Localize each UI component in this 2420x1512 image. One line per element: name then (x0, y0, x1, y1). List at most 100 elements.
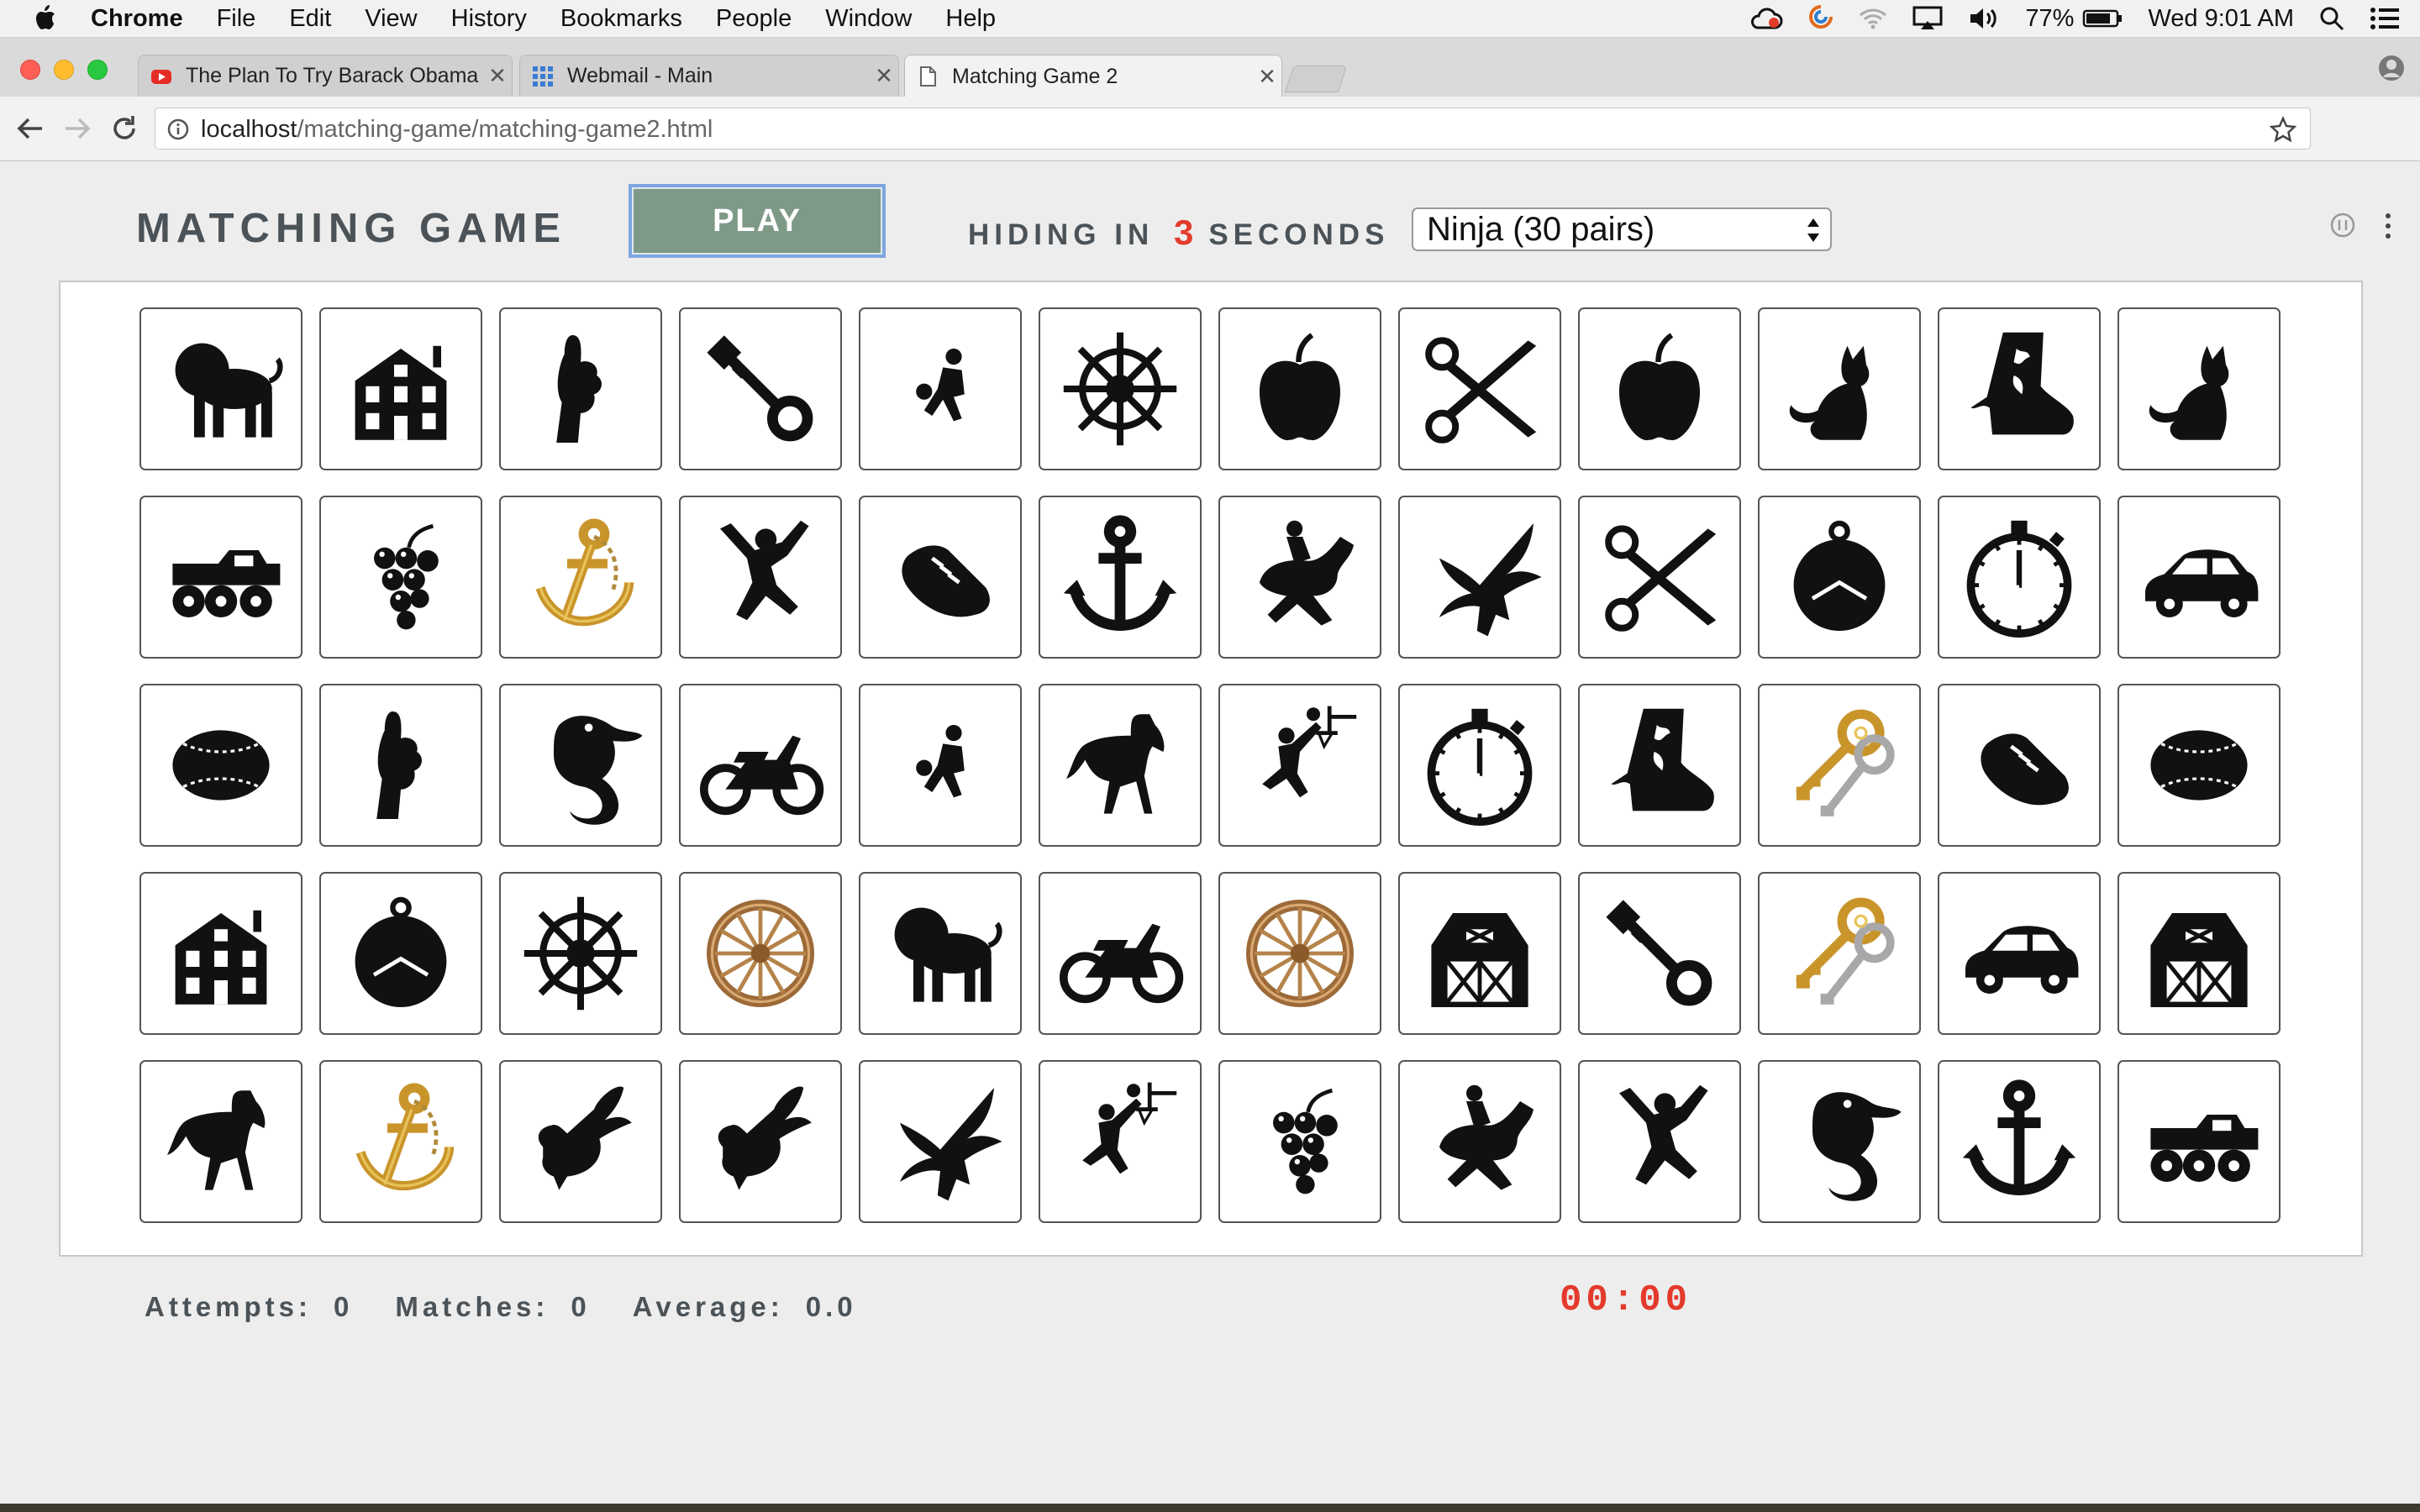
forward-icon[interactable] (60, 112, 94, 145)
memory-card[interactable] (1218, 307, 1381, 470)
memory-card[interactable] (1218, 496, 1381, 659)
memory-card[interactable] (1758, 496, 1921, 659)
window-zoom-button[interactable] (87, 60, 108, 80)
memory-card[interactable] (319, 496, 482, 659)
memory-card[interactable] (679, 1060, 842, 1223)
memory-card[interactable] (499, 872, 662, 1035)
memory-card[interactable] (319, 684, 482, 847)
memory-card[interactable] (139, 872, 302, 1035)
memory-card[interactable] (1938, 307, 2101, 470)
memory-card[interactable] (1218, 872, 1381, 1035)
spotlight-search-icon[interactable] (2319, 6, 2344, 31)
memory-card[interactable] (139, 307, 302, 470)
back-icon[interactable] (13, 112, 47, 145)
memory-card[interactable] (859, 684, 1022, 847)
memory-card[interactable] (1218, 684, 1381, 847)
menu-edit[interactable]: Edit (289, 5, 331, 33)
tab-youtube[interactable]: The Plan To Try Barack Obama ✕ (138, 55, 513, 97)
new-tab-button[interactable] (1284, 66, 1348, 92)
sync-app-icon[interactable] (1808, 4, 1833, 33)
memory-card[interactable] (1398, 307, 1561, 470)
memory-card[interactable] (2118, 1060, 2281, 1223)
memory-card[interactable] (1398, 872, 1561, 1035)
airplay-icon[interactable] (1912, 6, 1943, 31)
play-button[interactable]: PLAY (629, 184, 886, 258)
memory-card[interactable] (1398, 684, 1561, 847)
memory-card[interactable] (499, 307, 662, 470)
memory-card[interactable] (1578, 872, 1741, 1035)
memory-card[interactable] (499, 496, 662, 659)
memory-card[interactable] (1039, 307, 1202, 470)
memory-card[interactable] (1758, 872, 1921, 1035)
chrome-menu-icon[interactable] (2380, 209, 2396, 243)
memory-card[interactable] (319, 1060, 482, 1223)
extension-icon[interactable] (2329, 212, 2356, 239)
notification-center-icon[interactable] (2370, 6, 2400, 31)
memory-card[interactable] (679, 496, 842, 659)
window-minimize-button[interactable] (54, 60, 74, 80)
memory-card[interactable] (319, 872, 482, 1035)
memory-card[interactable] (859, 872, 1022, 1035)
memory-card[interactable] (1938, 684, 2101, 847)
close-icon[interactable]: ✕ (483, 63, 512, 89)
tab-webmail[interactable]: Webmail - Main ✕ (519, 55, 899, 97)
menu-clock[interactable]: Wed 9:01 AM (2148, 5, 2294, 33)
close-icon[interactable]: ✕ (1253, 64, 1281, 90)
memory-card[interactable] (2118, 872, 2281, 1035)
memory-card[interactable] (859, 307, 1022, 470)
menu-history[interactable]: History (451, 5, 527, 33)
memory-card[interactable] (1039, 496, 1202, 659)
memory-card[interactable] (1039, 872, 1202, 1035)
memory-card[interactable] (1758, 684, 1921, 847)
bookmark-star-icon[interactable] (2270, 116, 2296, 143)
memory-card[interactable] (139, 1060, 302, 1223)
menu-app-chrome[interactable]: Chrome (91, 5, 183, 33)
memory-card[interactable] (1758, 1060, 1921, 1223)
memory-card[interactable] (1758, 307, 1921, 470)
menu-file[interactable]: File (217, 5, 256, 33)
menu-window[interactable]: Window (825, 5, 912, 33)
apple-icon[interactable] (32, 3, 57, 32)
memory-card[interactable] (499, 684, 662, 847)
profile-icon[interactable] (2378, 55, 2405, 81)
memory-card[interactable] (1938, 872, 2101, 1035)
memory-card[interactable] (1039, 684, 1202, 847)
memory-card[interactable] (2118, 496, 2281, 659)
memory-card[interactable] (139, 496, 302, 659)
creative-cloud-icon[interactable] (1749, 6, 1783, 31)
level-select[interactable]: Ninja (30 pairs) (1412, 207, 1832, 251)
memory-card[interactable] (679, 872, 842, 1035)
info-icon[interactable] (167, 118, 189, 140)
memory-card[interactable] (1398, 1060, 1561, 1223)
memory-card[interactable] (1578, 684, 1741, 847)
close-icon[interactable]: ✕ (870, 63, 898, 89)
volume-icon[interactable] (1968, 6, 2000, 31)
address-bar[interactable]: localhost/matching-game/matching-game2.h… (155, 108, 2311, 150)
memory-card[interactable] (319, 307, 482, 470)
wifi-icon[interactable] (1859, 7, 1887, 30)
memory-card[interactable] (1938, 1060, 2101, 1223)
menu-help[interactable]: Help (945, 5, 996, 33)
memory-card[interactable] (2118, 307, 2281, 470)
menu-people[interactable]: People (716, 5, 792, 33)
memory-card[interactable] (499, 1060, 662, 1223)
reload-icon[interactable] (108, 112, 141, 145)
tab-matching-game[interactable]: Matching Game 2 ✕ (904, 55, 1282, 97)
memory-card[interactable] (859, 496, 1022, 659)
memory-card[interactable] (1218, 1060, 1381, 1223)
window-close-button[interactable] (20, 60, 40, 80)
memory-card[interactable] (1039, 1060, 1202, 1223)
memory-card[interactable] (679, 307, 842, 470)
battery-icon[interactable] (2082, 8, 2123, 29)
memory-card[interactable] (1578, 307, 1741, 470)
memory-card[interactable] (1938, 496, 2101, 659)
memory-card[interactable] (859, 1060, 1022, 1223)
memory-card[interactable] (1398, 496, 1561, 659)
memory-card[interactable] (679, 684, 842, 847)
menu-bookmarks[interactable]: Bookmarks (560, 5, 682, 33)
menu-view[interactable]: View (365, 5, 417, 33)
memory-card[interactable] (1578, 496, 1741, 659)
memory-card[interactable] (139, 684, 302, 847)
memory-card[interactable] (2118, 684, 2281, 847)
memory-card[interactable] (1578, 1060, 1741, 1223)
